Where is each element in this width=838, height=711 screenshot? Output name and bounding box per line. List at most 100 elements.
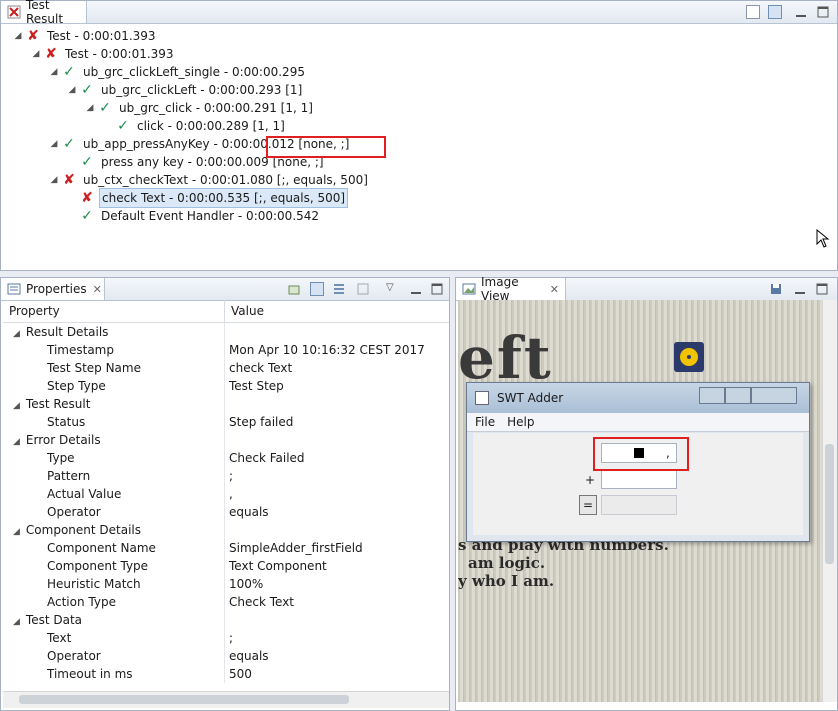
properties-hscrollbar[interactable] bbox=[3, 691, 449, 708]
property-row[interactable]: Test Step Name check Text bbox=[3, 359, 449, 377]
property-row[interactable]: Text; bbox=[3, 629, 449, 647]
property-row[interactable]: Timeout in ms 500 bbox=[3, 665, 449, 683]
property-value: 100% bbox=[229, 577, 264, 591]
image-vscrollbar[interactable] bbox=[822, 300, 837, 702]
success-check-icon: ✓ bbox=[117, 118, 129, 134]
menu-help[interactable]: Help bbox=[503, 415, 538, 429]
radiation-icon bbox=[674, 342, 704, 372]
tree-item[interactable]: ◢ ✘ ub_ctx_checkText - 0:00:01.080 [;, equ… bbox=[47, 171, 370, 189]
property-row[interactable]: Type Check Failed bbox=[3, 449, 449, 467]
tree-item-label: ub_ctx_checkText - 0:00:01.080 [;, equal… bbox=[83, 173, 368, 187]
second-number-field[interactable] bbox=[601, 469, 677, 489]
menu-file[interactable]: File bbox=[467, 415, 503, 429]
expand-arrow-icon[interactable]: ◢ bbox=[65, 81, 79, 99]
expand-arrow-icon[interactable]: ◢ bbox=[13, 617, 20, 627]
tab-image-view-label: Image View bbox=[481, 275, 519, 303]
column-header-value[interactable]: Value bbox=[225, 300, 264, 322]
tree-item[interactable]: ◢ ✓ ub_grc_clickLeft - 0:00:00.293 [1] bbox=[65, 81, 304, 99]
property-row[interactable]: Action Type Check Text bbox=[3, 593, 449, 611]
property-name: Actual Value bbox=[47, 487, 122, 501]
scroll-thumb[interactable] bbox=[19, 695, 349, 704]
property-name: Component Name bbox=[47, 541, 156, 555]
property-value bbox=[225, 395, 229, 413]
minimize-icon[interactable] bbox=[794, 5, 808, 19]
success-check-icon: ✓ bbox=[63, 64, 75, 80]
filter-icon[interactable] bbox=[332, 282, 346, 296]
property-name: Component Type bbox=[47, 559, 149, 573]
background-text-line-2: am logic. bbox=[468, 554, 546, 572]
tree-item[interactable]: ✓ click - 0:00:00.289 [1, 1] bbox=[101, 117, 287, 135]
window-minimize-button[interactable] bbox=[699, 387, 725, 404]
screenshot-image: eft s and play with numbers. am logic. y… bbox=[458, 300, 822, 702]
property-row[interactable]: Heuristic Match 100% bbox=[3, 575, 449, 593]
window-maximize-button[interactable] bbox=[725, 387, 751, 404]
tree-item[interactable]: ◢ ✘ Test - 0:00:01.393 bbox=[29, 45, 176, 63]
swt-title-bar: SWT Adder bbox=[467, 383, 809, 413]
tab-image-view[interactable]: Image View ✕ bbox=[456, 275, 566, 303]
tree-item[interactable]: ✓ Default Event Handler - 0:00:00.542 bbox=[65, 207, 321, 225]
minimize-icon[interactable] bbox=[793, 282, 807, 296]
expand-arrow-icon[interactable]: ◢ bbox=[47, 63, 61, 81]
save-icon[interactable] bbox=[769, 282, 783, 296]
property-row[interactable]: Timestamp Mon Apr 10 10:16:32 CEST 2017 bbox=[3, 341, 449, 359]
property-row[interactable]: Operator equals bbox=[3, 647, 449, 665]
tree-item[interactable]: ◢ ✓ ub_grc_click - 0:00:00.291 [1, 1] bbox=[83, 99, 315, 117]
property-group-row[interactable]: ◢ Component Details bbox=[3, 521, 449, 539]
restore-defaults-icon[interactable] bbox=[356, 282, 370, 296]
property-value: Check Failed bbox=[229, 451, 305, 465]
property-group-row[interactable]: ◢ Result Details bbox=[3, 323, 449, 341]
property-name: Timeout in ms bbox=[47, 667, 133, 681]
property-value: equals bbox=[229, 649, 269, 663]
tree-item[interactable]: ◢ ✓ ub_grc_clickLeft_single - 0:00:00.295 bbox=[47, 63, 307, 81]
collapse-all-icon[interactable] bbox=[746, 5, 760, 19]
property-value: Test Step bbox=[229, 379, 284, 393]
property-group-row[interactable]: ◢ Test Result bbox=[3, 395, 449, 413]
tree-item[interactable]: ◢ ✘ Test - 0:00:01.393 bbox=[11, 27, 158, 45]
close-icon[interactable]: ✕ bbox=[550, 283, 559, 296]
expand-arrow-icon[interactable]: ◢ bbox=[13, 527, 20, 537]
expand-arrow-icon[interactable]: ◢ bbox=[47, 135, 61, 153]
minimize-icon[interactable] bbox=[409, 282, 423, 296]
tree-item[interactable]: ✘ check Text - 0:00:00.535 [;, equals, 50… bbox=[65, 188, 349, 208]
property-row[interactable]: Operator equals bbox=[3, 503, 449, 521]
property-row[interactable]: Status Step failed bbox=[3, 413, 449, 431]
window-close-button[interactable] bbox=[751, 387, 797, 404]
expand-arrow-icon[interactable]: ◢ bbox=[83, 99, 97, 117]
expand-arrow-icon[interactable]: ◢ bbox=[13, 437, 20, 447]
column-header-property[interactable]: Property bbox=[3, 300, 225, 322]
expand-arrow-icon[interactable]: ◢ bbox=[13, 401, 20, 411]
view-menu-icon[interactable]: ▽ bbox=[386, 282, 400, 296]
property-value: Check Text bbox=[229, 595, 294, 609]
property-value bbox=[225, 521, 229, 539]
property-group-row[interactable]: ◢ Test Data bbox=[3, 611, 449, 629]
tab-test-result[interactable]: Test Result bbox=[1, 0, 87, 26]
result-field bbox=[601, 495, 677, 515]
property-group-row[interactable]: ◢ Error Details bbox=[3, 431, 449, 449]
properties-rows: ◢ Result Details Timestamp Mon Apr 10 10:16… bbox=[3, 323, 449, 683]
property-row[interactable]: Pattern; bbox=[3, 467, 449, 485]
scroll-thumb[interactable] bbox=[825, 444, 834, 564]
tab-properties[interactable]: Properties ✕ bbox=[1, 278, 105, 300]
test-result-view: Test Result ◢ ✘ Test - 0:00:01.393 ◢ ✘ Test -… bbox=[0, 0, 838, 271]
maximize-icon[interactable] bbox=[816, 5, 830, 19]
expand-arrow-icon[interactable]: ◢ bbox=[29, 45, 43, 63]
maximize-icon[interactable] bbox=[815, 282, 829, 296]
pin-icon[interactable] bbox=[287, 282, 301, 296]
test-result-tabbar: Test Result bbox=[1, 0, 837, 26]
background-text-line-3: y who I am. bbox=[458, 572, 555, 590]
categories-icon[interactable] bbox=[310, 282, 324, 296]
property-row[interactable]: Component Name SimpleAdder_firstField bbox=[3, 539, 449, 557]
close-icon[interactable]: ✕ bbox=[93, 283, 102, 296]
equals-button[interactable]: = bbox=[579, 495, 597, 515]
property-row[interactable]: Actual Value, bbox=[3, 485, 449, 503]
expand-arrow-icon[interactable]: ◢ bbox=[13, 329, 20, 339]
property-row[interactable]: Component Type Text Component bbox=[3, 557, 449, 575]
expand-arrow-icon[interactable]: ◢ bbox=[11, 27, 25, 45]
tab-properties-label: Properties bbox=[26, 282, 87, 296]
tab-test-result-label: Test Result bbox=[26, 0, 64, 26]
test-result-icon bbox=[7, 5, 21, 19]
layout-icon[interactable] bbox=[768, 5, 782, 19]
property-row[interactable]: Step Type Test Step bbox=[3, 377, 449, 395]
maximize-icon[interactable] bbox=[430, 282, 444, 296]
expand-arrow-icon[interactable]: ◢ bbox=[47, 171, 61, 189]
